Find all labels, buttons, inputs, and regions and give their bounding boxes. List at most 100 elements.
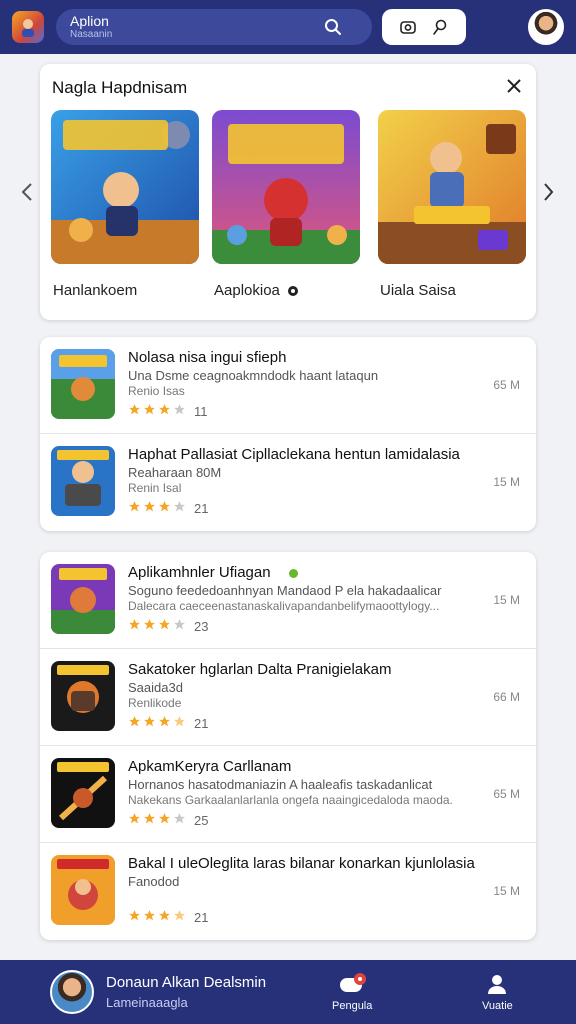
rating: 21 (128, 909, 208, 925)
play-circle-icon (288, 286, 299, 297)
app-thumbnail (51, 446, 115, 516)
rating-count: 21 (194, 909, 209, 925)
nav-item-games[interactable]: Pengula (332, 972, 372, 1012)
star-icon (144, 910, 155, 921)
rating-count: 25 (194, 812, 209, 828)
star-icon (144, 501, 155, 512)
app-list-card: Nolasa nisa ingui sfieph Una Dsme ceagno… (40, 337, 536, 531)
app-title-text: Aplikamhnler Ufiagan (128, 564, 271, 581)
app-logo-icon[interactable] (12, 11, 44, 43)
featured-card[interactable]: Hanlankoem (51, 110, 199, 299)
search-icon[interactable] (324, 18, 342, 36)
list-item[interactable]: Sakatoker hglarlan Dalta Pranigielakam S… (40, 649, 536, 746)
app-description: Fanodod (128, 874, 180, 889)
app-description: Una Dsme ceagnoakmndodk haant lataqun (128, 368, 379, 383)
app-list-card: Aplikamhnler Ufiagan Soguno feededoanhny… (40, 552, 536, 940)
app-category: Renio Isas (128, 384, 185, 398)
star-icon (159, 619, 170, 630)
star-icon (159, 813, 170, 824)
list-item[interactable]: Haphat Pallasiat Cipllaclekana hentun la… (40, 434, 536, 531)
featured-section: Nagla Hapdnisam Hanlankoem Aaplokioa Uia… (40, 64, 536, 320)
app-thumbnail (51, 564, 115, 634)
star-icon (144, 404, 155, 415)
app-title: Sakatoker hglarlan Dalta Pranigielakam (128, 661, 392, 678)
featured-game-image (378, 110, 526, 264)
app-thumbnail (51, 855, 115, 925)
rating-count: 23 (194, 618, 209, 634)
app-category: Dalecara caeceenastanaskalivapandanbelif… (128, 599, 440, 613)
new-badge-icon (288, 568, 298, 578)
app-thumbnail (51, 661, 115, 731)
featured-caption: Uiala Saisa (380, 282, 456, 299)
app-category: Renlikode (128, 696, 182, 710)
rating: 23 (128, 618, 208, 634)
app-description: Hornanos hasatodmaniazin A haaleafis tas… (128, 777, 433, 792)
app-category: Renin Isal (128, 481, 182, 495)
star-icon (159, 404, 170, 415)
rating: 21 (128, 500, 208, 516)
list-item[interactable]: Nolasa nisa ingui sfieph Una Dsme ceagno… (40, 337, 536, 434)
user-name: Donaun Alkan Dealsmin (106, 974, 267, 991)
app-title: Aplikamhnler Ufiagan (128, 564, 478, 581)
app-size: 65 M (493, 787, 520, 801)
chevron-right-icon[interactable] (540, 180, 556, 204)
list-item[interactable]: Bakal I uleOleglita laras bilanar konark… (40, 843, 536, 940)
featured-game-image (51, 110, 199, 264)
user-icon (488, 975, 507, 994)
nav-label: Vuatie (482, 1000, 513, 1012)
app-thumbnail (51, 758, 115, 828)
app-size: 66 M (493, 690, 520, 704)
app-size: 15 M (493, 593, 520, 607)
star-icon (174, 716, 185, 727)
list-item[interactable]: ApkamKeryra Carllanam Hornanos hasatodma… (40, 746, 536, 843)
star-icon (159, 910, 170, 921)
app-size: 15 M (493, 884, 520, 898)
list-item[interactable]: Aplikamhnler Ufiagan Soguno feededoanhny… (40, 552, 536, 649)
app-title: Haphat Pallasiat Cipllaclekana hentun la… (128, 446, 460, 463)
star-icon (159, 716, 170, 727)
featured-caption: Aaplokioa (212, 282, 360, 299)
star-icon (174, 501, 185, 512)
star-icon (129, 404, 140, 415)
rating: 21 (128, 715, 208, 731)
star-icon (129, 619, 140, 630)
chevron-left-icon[interactable] (18, 180, 38, 204)
app-size: 65 M (493, 378, 520, 392)
featured-caption: Hanlankoem (53, 282, 138, 299)
gamepad-icon (340, 973, 367, 992)
star-icon (144, 619, 155, 630)
star-icon (159, 501, 170, 512)
search-subtitle: Nasaanin (70, 29, 113, 40)
star-icon (129, 501, 140, 512)
star-icon (129, 813, 140, 824)
star-icon (144, 716, 155, 727)
voice-search-icon[interactable] (431, 18, 449, 36)
star-icon (129, 910, 140, 921)
app-title: Nolasa nisa ingui sfieph (128, 349, 287, 366)
featured-card[interactable]: Uiala Saisa (378, 110, 526, 299)
user-avatar[interactable] (50, 970, 94, 1014)
star-icon (174, 910, 185, 921)
camera-icon[interactable] (399, 18, 417, 36)
featured-card[interactable]: Aaplokioa (212, 110, 360, 299)
top-bar: Aplion Nasaanin (0, 0, 576, 54)
featured-caption-text: Aaplokioa (214, 282, 280, 299)
profile-avatar[interactable] (528, 9, 564, 45)
app-description: Reaharaan 80M (128, 465, 222, 480)
nav-label: Pengula (332, 1000, 373, 1012)
close-icon[interactable] (504, 76, 524, 96)
star-icon (174, 813, 185, 824)
action-pill (382, 9, 466, 45)
app-thumbnail (51, 349, 115, 419)
bottom-bar: Donaun Alkan Dealsmin Lameinaaagla Pengu… (0, 960, 576, 1024)
search-title: Aplion (70, 13, 109, 29)
app-description: Soguno feededoanhnyan Mandaod P ela haka… (128, 583, 442, 598)
app-title: ApkamKeryra Carllanam (128, 758, 292, 775)
rating-count: 11 (194, 403, 208, 419)
nav-item-profile[interactable]: Vuatie (482, 972, 513, 1012)
user-role: Lameinaaagla (106, 995, 188, 1010)
rating: 25 (128, 812, 208, 828)
search-bar[interactable]: Aplion Nasaanin (56, 9, 372, 45)
star-icon (174, 619, 185, 630)
rating: 11 (128, 403, 208, 419)
